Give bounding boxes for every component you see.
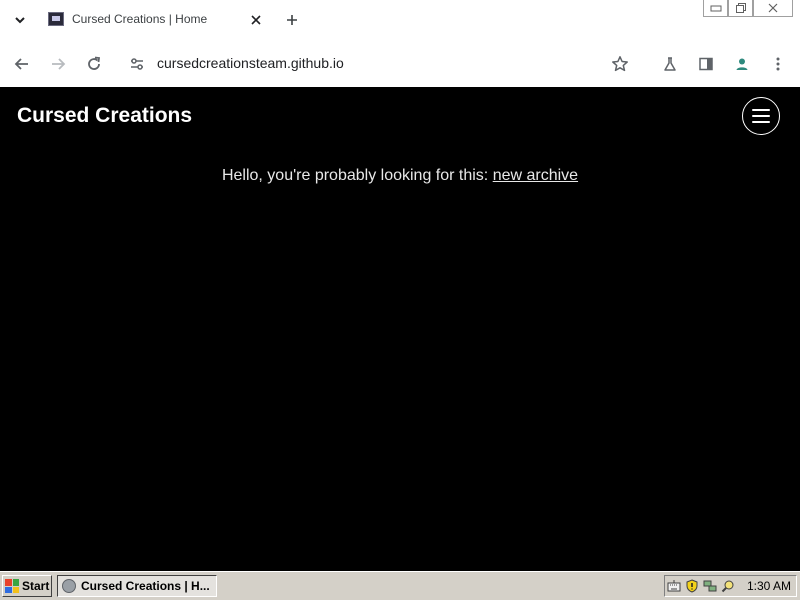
taskbar-item-browser[interactable]: Cursed Creations | H... <box>57 575 217 597</box>
hello-message-text: Hello, you're probably looking for this: <box>221 167 493 184</box>
start-label: Start <box>22 579 50 593</box>
site-info-button[interactable] <box>125 52 149 76</box>
browser-tab[interactable]: Cursed Creations | Home <box>40 6 272 34</box>
tune-icon <box>131 58 143 70</box>
start-button[interactable]: Start <box>2 575 52 597</box>
side-panel-button[interactable] <box>694 52 718 76</box>
new-archive-link[interactable]: new archive <box>493 167 578 184</box>
tab-close-button[interactable] <box>246 10 266 30</box>
hello-message: Hello, you're probably looking for this:… <box>0 167 800 185</box>
restore-icon <box>735 3 746 13</box>
chevron-down-icon <box>15 17 25 24</box>
forward-button[interactable] <box>46 52 70 76</box>
profile-button[interactable] <box>730 52 754 76</box>
close-icon <box>768 3 778 13</box>
window-close-button[interactable] <box>753 0 793 17</box>
taskbar-item-label: Cursed Creations | H... <box>81 579 210 593</box>
site-favicon-icon <box>48 12 64 26</box>
restore-button[interactable] <box>728 0 753 17</box>
arrow-left-icon <box>14 58 28 70</box>
side-panel-icon <box>699 57 713 71</box>
window-controls <box>703 0 795 18</box>
browser-icon <box>62 579 76 593</box>
browser-toolbar: cursedcreationsteam.github.io <box>0 40 800 87</box>
reload-icon <box>88 56 101 70</box>
keyboard-icon[interactable] <box>667 579 681 593</box>
hamburger-menu-button[interactable] <box>742 97 780 135</box>
labs-button[interactable] <box>658 52 682 76</box>
address-bar[interactable]: cursedcreationsteam.github.io <box>157 55 344 71</box>
star-icon <box>612 56 628 72</box>
new-tab-button[interactable] <box>280 8 304 32</box>
bookmark-button[interactable] <box>608 52 632 76</box>
minimize-button[interactable] <box>703 0 728 17</box>
kebab-menu-icon <box>776 57 780 71</box>
clock[interactable]: 1:30 AM <box>747 579 791 593</box>
tab-title: Cursed Creations | Home <box>72 12 208 26</box>
plus-icon <box>287 15 297 25</box>
hamburger-menu-icon <box>752 109 770 111</box>
shield-icon[interactable] <box>685 579 699 593</box>
tab-search-button[interactable] <box>10 10 30 30</box>
person-icon <box>736 58 748 70</box>
browser-menu-button[interactable] <box>766 52 790 76</box>
site-title[interactable]: Cursed Creations <box>17 104 192 128</box>
minimize-icon <box>710 5 721 12</box>
close-icon <box>251 15 261 25</box>
arrow-right-icon <box>52 58 66 70</box>
flask-icon <box>664 57 676 71</box>
back-button[interactable] <box>10 52 34 76</box>
search-icon[interactable] <box>721 579 735 593</box>
system-tray: 1:30 AM <box>664 575 797 597</box>
reload-button[interactable] <box>82 52 106 76</box>
taskbar: Start Cursed Creations | H... 1:30 AM <box>0 571 800 600</box>
windows-logo-icon <box>5 579 19 593</box>
network-icon[interactable] <box>703 579 717 593</box>
tab-strip: Cursed Creations | Home <box>0 0 800 40</box>
page-content: Cursed Creations Hello, you're probably … <box>0 87 800 571</box>
